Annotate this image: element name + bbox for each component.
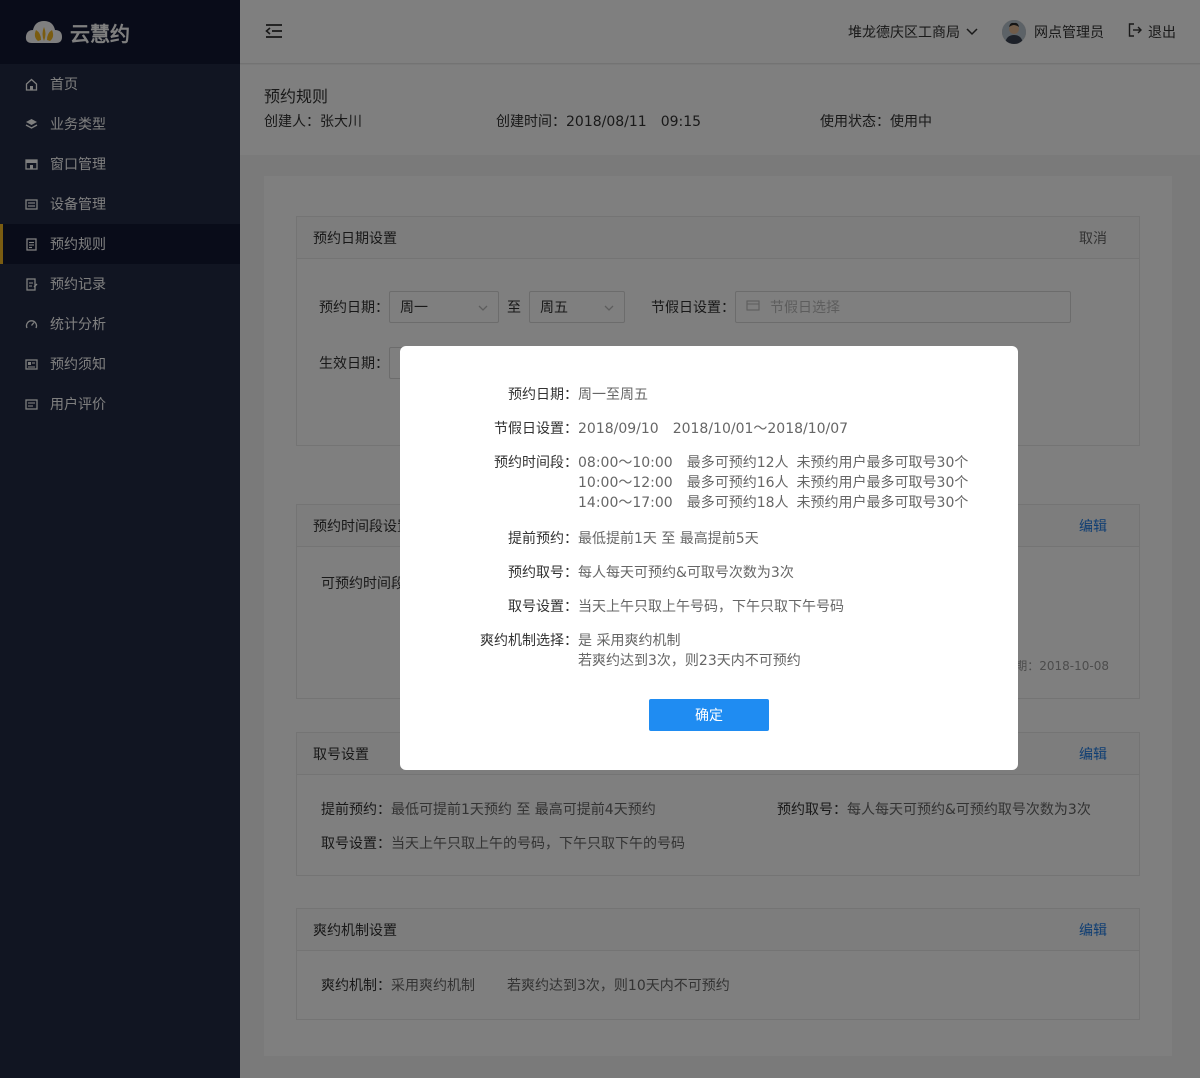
holiday-date-2: 2018/10/01～2018/10/07: [672, 421, 849, 437]
confirm-button[interactable]: 确定: [649, 699, 769, 731]
slot-limit: 未预约用户最多可取号30个: [796, 475, 969, 491]
modal-row-take: 预约取号： 每人每天可预约&可取号次数为3次: [400, 563, 1018, 583]
noshow-detail: 若爽约达到3次，则23天内不可预约: [578, 653, 801, 669]
modal-row-timeslots: 预约时间段： 08:00～10:00 最多可预约12人 未预约用户最多可取号30个 …: [400, 453, 1018, 513]
modal-label: 提前预约：: [508, 531, 578, 547]
slot-time: 08:00～10:00: [578, 455, 673, 471]
modal-label: 预约时间段：: [494, 455, 578, 471]
modal-row-rule: 取号设置： 当天上午只取上午号码，下午只取下午号码: [400, 597, 1018, 617]
noshow-choice: 是 采用爽约机制: [578, 633, 681, 649]
slot-time: 14:00～17:00: [578, 495, 673, 511]
modal-value: 周一至周五: [578, 387, 648, 403]
slot-max: 最多可预约16人: [686, 475, 789, 491]
modal-row-holiday: 节假日设置： 2018/09/10 2018/10/01～2018/10/07: [400, 419, 1018, 439]
timeslot-list: 08:00～10:00 最多可预约12人 未预约用户最多可取号30个 10:00～1…: [578, 453, 968, 513]
slot-max: 最多可预约12人: [686, 455, 789, 471]
modal-label: 节假日设置：: [494, 421, 578, 437]
modal-value: 当天上午只取上午号码，下午只取下午号码: [578, 599, 844, 615]
modal-label: 预约取号：: [508, 565, 578, 581]
slot-limit: 未预约用户最多可取号30个: [796, 495, 969, 511]
timeslot-item: 14:00～17:00 最多可预约18人 未预约用户最多可取号30个: [578, 493, 968, 513]
modal-label: 取号设置：: [508, 599, 578, 615]
modal-value: 最低提前1天 至 最高提前5天: [578, 531, 759, 547]
modal-label: 爽约机制选择：: [480, 633, 578, 649]
slot-time: 10:00～12:00: [578, 475, 673, 491]
slot-limit: 未预约用户最多可取号30个: [796, 455, 969, 471]
timeslot-item: 10:00～12:00 最多可预约16人 未预约用户最多可取号30个: [578, 473, 968, 493]
modal-row-date: 预约日期： 周一至周五: [400, 385, 1018, 405]
modal-label: 预约日期：: [508, 387, 578, 403]
modal-value: 每人每天可预约&可取号次数为3次: [578, 565, 794, 581]
modal-row-advance: 提前预约： 最低提前1天 至 最高提前5天: [400, 529, 1018, 549]
modal-value: 2018/09/10 2018/10/01～2018/10/07: [578, 419, 848, 439]
modal-row-noshow: 爽约机制选择： 是 采用爽约机制 若爽约达到3次，则23天内不可预约: [400, 631, 1018, 671]
slot-max: 最多可预约18人: [686, 495, 789, 511]
timeslot-item: 08:00～10:00 最多可预约12人 未预约用户最多可取号30个: [578, 453, 968, 473]
holiday-date-1: 2018/09/10: [578, 421, 659, 437]
summary-modal: 预约日期： 周一至周五 节假日设置： 2018/09/10 2018/10/01～…: [400, 346, 1018, 770]
modal-value: 是 采用爽约机制 若爽约达到3次，则23天内不可预约: [578, 631, 801, 671]
